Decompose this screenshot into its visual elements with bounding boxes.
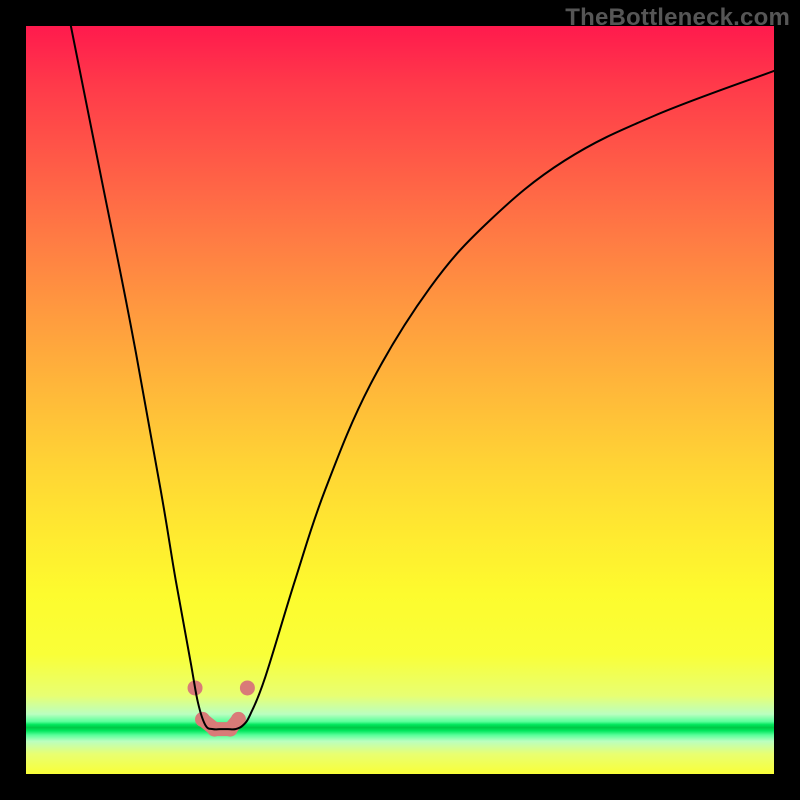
chart-plot-area bbox=[26, 26, 774, 774]
bottleneck-curve-path bbox=[71, 26, 774, 729]
watermark-label: TheBottleneck.com bbox=[565, 4, 790, 32]
curve-line-group bbox=[71, 26, 774, 729]
bottleneck-curve-svg bbox=[26, 26, 774, 774]
curve-marker-dot bbox=[240, 680, 255, 695]
